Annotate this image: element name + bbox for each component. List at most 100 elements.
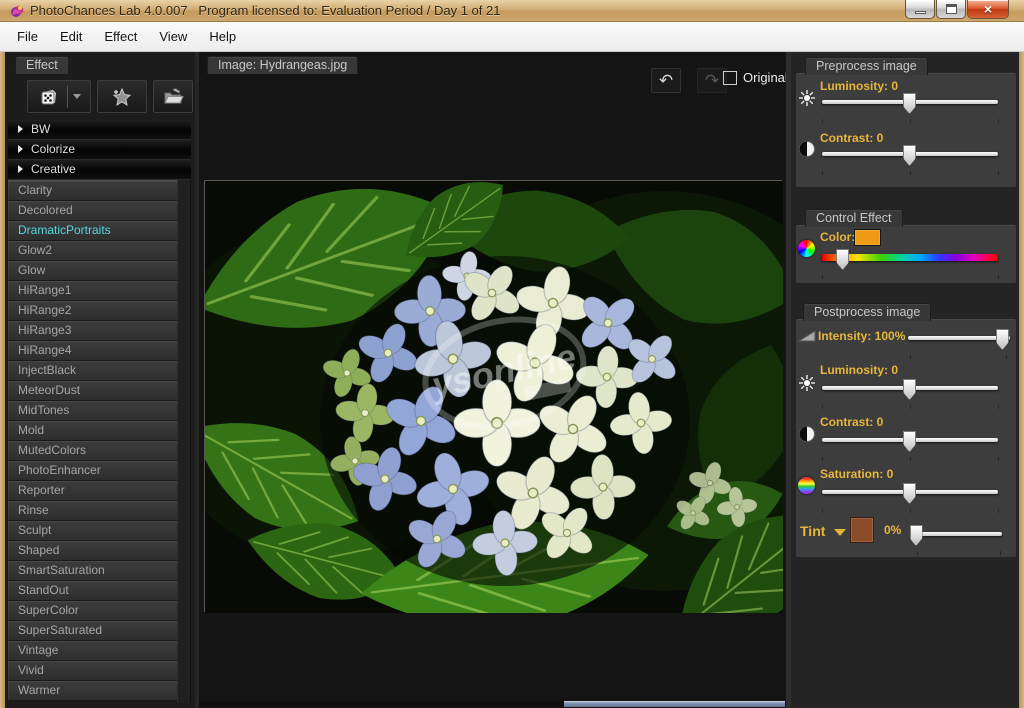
pre-contrast-label: Contrast: 0: [820, 131, 884, 145]
effect-list-scrollbar[interactable]: [177, 180, 191, 703]
menu-bar: File Edit Effect View Help: [0, 22, 1024, 52]
slider-thumb[interactable]: [903, 145, 916, 166]
effect-item[interactable]: DramaticPortraits: [8, 221, 177, 241]
slider-thumb[interactable]: [909, 525, 923, 546]
slider-thumb[interactable]: [903, 379, 916, 400]
original-label: Original: [743, 70, 788, 85]
effect-item[interactable]: Reporter: [8, 481, 177, 501]
menu-item[interactable]: Edit: [49, 22, 93, 51]
slider-thumb[interactable]: [836, 249, 850, 270]
tab-image[interactable]: Image: Hydrangeas.jpg: [207, 56, 359, 74]
open-folder-button[interactable]: [153, 80, 193, 113]
post-contrast-label: Contrast: 0: [820, 415, 884, 429]
effect-item[interactable]: Glow: [8, 261, 177, 281]
dropdown-arrow-icon[interactable]: [72, 94, 81, 99]
effect-item[interactable]: MutedColors: [8, 441, 177, 461]
intensity-slider[interactable]: [908, 329, 1010, 361]
effect-item[interactable]: MidTones: [8, 401, 177, 421]
tick: [998, 457, 999, 461]
tick: [910, 171, 911, 175]
effect-item[interactable]: HiRange4: [8, 341, 177, 361]
effect-category[interactable]: Creative: [8, 160, 191, 180]
random-effect-button[interactable]: [27, 80, 91, 113]
effect-item[interactable]: PhotoEnhancer: [8, 461, 177, 481]
maximize-button[interactable]: [936, 0, 966, 19]
title-bar: PhotoChances Lab 4.0.007 Program license…: [0, 0, 1024, 22]
slider-thumb[interactable]: [995, 329, 1009, 350]
group-preprocess: Luminosity: 0 Contrast: 0: [795, 72, 1017, 188]
intensity-label: Intensity: 100%: [818, 329, 906, 343]
effect-category[interactable]: BW: [8, 120, 191, 140]
tab-effect[interactable]: Effect: [15, 56, 69, 74]
hue-slider[interactable]: [822, 249, 999, 281]
effect-item[interactable]: Decolored: [8, 201, 177, 221]
tick: [822, 119, 823, 123]
tick: [910, 119, 911, 123]
tick: [998, 275, 999, 279]
favorites-button[interactable]: [97, 80, 147, 113]
saturation-label: Saturation: 0: [820, 467, 894, 481]
tick: [998, 119, 999, 123]
adjustments-panel: Preprocess image Luminosity: 0 Contrast:…: [786, 52, 1019, 708]
effect-item[interactable]: Glow2: [8, 241, 177, 261]
undo-button[interactable]: ↶: [651, 68, 681, 93]
effect-item[interactable]: Vivid: [8, 661, 177, 681]
slider-thumb[interactable]: [903, 431, 916, 452]
tick: [998, 171, 999, 175]
window-frame-right: [1019, 52, 1024, 708]
menu-item[interactable]: View: [148, 22, 198, 51]
effect-item[interactable]: InjectBlack: [8, 361, 177, 381]
effect-item[interactable]: Sculpt: [8, 521, 177, 541]
effect-item[interactable]: MeteorDust: [8, 381, 177, 401]
tint-swatch[interactable]: [850, 517, 874, 543]
sun-icon: [798, 89, 816, 107]
tint-slider[interactable]: [909, 525, 1002, 557]
star-icon: [112, 87, 132, 106]
effect-item[interactable]: SuperColor: [8, 601, 177, 621]
effect-item[interactable]: HiRange1: [8, 281, 177, 301]
tick: [822, 509, 823, 513]
color-swatch[interactable]: [854, 229, 881, 246]
undo-icon: ↶: [658, 71, 674, 90]
close-button[interactable]: ×: [967, 0, 1009, 19]
effect-item[interactable]: Rinse: [8, 501, 177, 521]
minimize-icon: [915, 11, 926, 14]
slider-thumb[interactable]: [903, 483, 916, 504]
slider-track[interactable]: [908, 336, 1010, 340]
content-area: Effect BW Colorize Creative Clarity Deco…: [5, 52, 1019, 708]
saturation-slider[interactable]: [822, 483, 999, 515]
pre-contrast-slider[interactable]: [822, 145, 999, 177]
post-contrast-slider[interactable]: [822, 431, 999, 463]
effect-item[interactable]: Warmer: [8, 681, 177, 701]
effect-item[interactable]: HiRange3: [8, 321, 177, 341]
original-checkbox[interactable]: [723, 71, 737, 85]
effect-panel: Effect BW Colorize Creative Clarity Deco…: [5, 52, 195, 708]
pre-luminosity-slider[interactable]: [822, 93, 999, 125]
menu-item[interactable]: Effect: [93, 22, 148, 51]
effect-item[interactable]: Mold: [8, 421, 177, 441]
effect-category[interactable]: Colorize: [8, 140, 191, 160]
tick: [910, 509, 911, 513]
slider-track[interactable]: [912, 532, 1002, 536]
effect-item[interactable]: Vintage: [8, 641, 177, 661]
menu-item[interactable]: Help: [198, 22, 247, 51]
effect-item[interactable]: HiRange2: [8, 301, 177, 321]
tick: [998, 509, 999, 513]
effect-item[interactable]: SmartSaturation: [8, 561, 177, 581]
tick: [910, 355, 912, 359]
tick: [998, 405, 999, 409]
horizontal-scrollbar[interactable]: [199, 701, 790, 707]
menu-item[interactable]: File: [6, 22, 49, 51]
effect-item[interactable]: Shaped: [8, 541, 177, 561]
horizontal-scrollbar-thumb[interactable]: [564, 701, 785, 707]
image-panel: Image: Hydrangeas.jpg ↶ ↷ Original ysonl…: [195, 52, 790, 708]
post-luminosity-slider[interactable]: [822, 379, 999, 411]
minimize-button[interactable]: [905, 0, 935, 19]
hydrangea-photo: ysonline: [205, 181, 783, 613]
effect-item[interactable]: Clarity: [8, 181, 177, 201]
effect-item[interactable]: SuperSaturated: [8, 621, 177, 641]
slider-thumb[interactable]: [903, 93, 916, 114]
tint-dropdown-arrow-icon[interactable]: [834, 529, 846, 536]
post-luminosity-label: Luminosity: 0: [820, 363, 899, 377]
effect-item[interactable]: StandOut: [8, 581, 177, 601]
